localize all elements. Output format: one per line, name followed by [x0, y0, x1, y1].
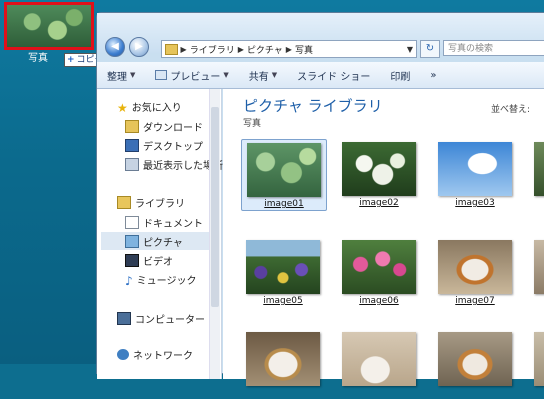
organize-button[interactable]: 整理 ▼	[97, 68, 145, 83]
image-item[interactable]: image05	[241, 237, 325, 307]
preview-button[interactable]: プレビュー ▼	[145, 68, 238, 83]
nav-pictures[interactable]: ピクチャ	[101, 232, 209, 250]
nav-videos[interactable]: ビデオ	[125, 251, 173, 269]
print-button[interactable]: 印刷	[380, 68, 420, 83]
nav-favorites[interactable]: ★ お気に入り	[117, 97, 182, 115]
thumbnail	[534, 240, 544, 294]
nav-documents[interactable]: ドキュメント	[125, 213, 203, 231]
refresh-button[interactable]: ↻	[420, 40, 440, 58]
chevron-icon: ▶	[237, 44, 244, 54]
slideshow-button[interactable]: スライド ショー	[287, 68, 380, 83]
image-item[interactable]: image02	[337, 139, 421, 209]
music-icon: ♪	[125, 273, 133, 288]
thumbnail	[534, 332, 544, 386]
navigation-pane: ★ お気に入り ダウンロード デスクトップ 最近表示した場所 ライブラリ ドキュ…	[97, 89, 223, 379]
thumbnail	[438, 332, 512, 386]
folder-icon	[165, 43, 178, 55]
computer-icon	[117, 311, 131, 325]
chevron-icon: ▶	[285, 44, 292, 54]
drag-label: 写真	[28, 53, 48, 64]
image-item[interactable]	[529, 329, 544, 399]
image-item[interactable]: image07	[433, 237, 517, 307]
image-item[interactable]	[241, 329, 325, 399]
nav-downloads[interactable]: ダウンロード	[125, 117, 203, 135]
breadcrumb-libraries[interactable]: ライブラリ	[190, 43, 235, 56]
more-button[interactable]: »	[420, 70, 446, 81]
back-button[interactable]: ◀	[105, 37, 125, 57]
toolbar: 整理 ▼ プレビュー ▼ 共有 ▼ スライド ショー 印刷 »	[97, 62, 544, 89]
dropdown-icon[interactable]: ▼	[407, 45, 413, 54]
forward-button[interactable]: ▶	[129, 37, 149, 57]
recent-places-icon	[125, 157, 139, 171]
explorer-window: ◀ ▶ ▶ ライブラリ ▶ ピクチャ ▶ 写真 ▼ ↻ 写真の検索 整理 ▼ プレ…	[96, 12, 544, 386]
image-item[interactable]	[337, 329, 421, 399]
thumbnail	[438, 240, 512, 294]
thumbnail	[438, 142, 512, 196]
video-icon	[125, 253, 139, 267]
image-item[interactable]: image06	[337, 237, 421, 307]
nav-music[interactable]: ♪ ミュージック	[125, 270, 196, 288]
nav-network[interactable]: ネットワーク	[117, 345, 193, 363]
address-bar[interactable]: ▶ ライブラリ ▶ ピクチャ ▶ 写真 ▼	[161, 40, 417, 58]
library-title: ピクチャ ライブラリ	[243, 97, 383, 115]
desktop-icon	[125, 138, 139, 152]
drag-thumbnail	[4, 2, 94, 50]
nav-libraries[interactable]: ライブラリ	[117, 193, 185, 211]
library-icon	[117, 195, 131, 209]
breadcrumb-pictures[interactable]: ピクチャ	[247, 43, 283, 56]
breadcrumb-photos[interactable]: 写真	[295, 43, 313, 56]
image-item[interactable]	[529, 237, 544, 307]
nav-desktop[interactable]: デスクトップ	[125, 136, 203, 154]
thumbnail	[534, 142, 544, 196]
search-input[interactable]: 写真の検索	[443, 40, 544, 56]
chevron-icon: ▶	[178, 44, 187, 54]
thumbnail	[246, 332, 320, 386]
share-button[interactable]: 共有 ▼	[239, 68, 287, 83]
star-icon: ★	[117, 100, 128, 115]
nav-computer[interactable]: コンピューター	[117, 309, 205, 327]
thumbnail	[342, 332, 416, 386]
download-icon	[125, 119, 139, 133]
image-item[interactable]	[433, 329, 517, 399]
document-icon	[125, 215, 139, 229]
scroll-thumb[interactable]	[211, 107, 219, 307]
content-pane: ピクチャ ライブラリ 写真 並べ替え: image01 image02 imag…	[223, 89, 544, 386]
preview-icon	[155, 70, 168, 80]
image-item[interactable]	[529, 139, 544, 209]
library-subtitle: 写真	[243, 119, 262, 129]
network-icon	[117, 348, 129, 360]
image-item[interactable]: image03	[433, 139, 517, 209]
pictures-icon	[125, 234, 139, 248]
plus-icon: +	[67, 55, 75, 65]
thumbnail	[247, 143, 321, 197]
thumbnail	[342, 142, 416, 196]
thumbnail	[342, 240, 416, 294]
nav-scrollbar[interactable]	[209, 89, 220, 379]
thumbnail	[246, 240, 320, 294]
image-item[interactable]: image01	[241, 139, 327, 211]
sort-by-label[interactable]: 並べ替え:	[491, 102, 530, 115]
